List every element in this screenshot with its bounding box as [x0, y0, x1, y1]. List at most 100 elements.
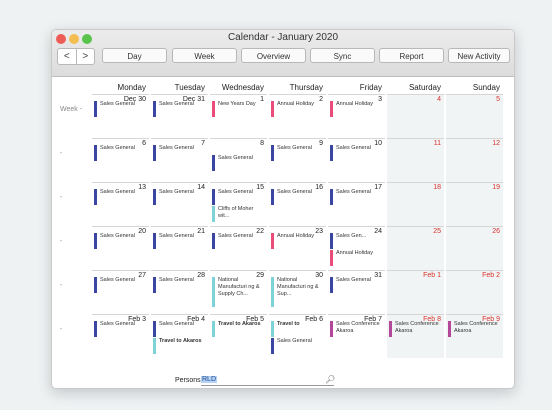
event-title: Sales Conference Akaroa — [395, 321, 439, 334]
forward-arrow-icon[interactable]: > — [77, 49, 95, 64]
day-cell[interactable]: Feb 2 — [446, 270, 503, 314]
day-cell[interactable]: 3 Annual Holiday — [328, 94, 385, 138]
day-cell[interactable]: 11 — [387, 138, 444, 182]
calendar-event[interactable]: Travel to — [271, 321, 323, 337]
calendar-event[interactable]: Sales General — [271, 338, 323, 354]
calendar-event[interactable]: Annual Holiday — [271, 233, 323, 249]
day-cell[interactable]: 26 — [446, 226, 503, 270]
week-label[interactable]: - — [60, 150, 62, 157]
calendar-event[interactable]: Sales General — [271, 189, 323, 205]
day-cell[interactable]: 22 Sales General — [210, 226, 267, 270]
day-cell[interactable]: 4 — [387, 94, 444, 138]
day-cell[interactable]: 6 Sales General — [92, 138, 149, 182]
day-cell[interactable]: Feb 8 Sales Conference Akaroa — [387, 314, 444, 358]
calendar-event[interactable]: Sales General — [94, 277, 146, 293]
day-cell[interactable]: 7 Sales General — [151, 138, 208, 182]
calendar-event[interactable]: Sales General — [94, 321, 146, 337]
calendar-event[interactable]: Sales General — [153, 321, 205, 337]
day-cell[interactable]: Feb 4 Sales General Travel to Akaros — [151, 314, 208, 358]
day-cell[interactable]: 13 Sales General — [92, 182, 149, 226]
day-cell[interactable]: 25 — [387, 226, 444, 270]
day-cell[interactable]: 16 Sales General — [269, 182, 326, 226]
calendar-event[interactable]: National Manufacturi ng & Sup... — [271, 277, 323, 307]
event-title: Sales Conference Akaroa — [336, 321, 380, 334]
calendar-event[interactable]: Sales General — [153, 145, 205, 161]
report-button[interactable]: Report — [379, 48, 444, 63]
calendar-event[interactable]: Sales General — [94, 101, 146, 117]
calendar-event[interactable]: Sales General — [330, 189, 382, 205]
day-cell[interactable]: 30 National Manufacturi ng & Sup... — [269, 270, 326, 314]
day-cell[interactable]: 2 Annual Holiday — [269, 94, 326, 138]
sync-button[interactable]: Sync — [310, 48, 375, 63]
event-title: Travel to Akaros — [159, 338, 202, 344]
calendar-event[interactable]: Sales General — [330, 277, 382, 293]
day-cell[interactable]: Dec 30 Sales General — [92, 94, 149, 138]
week-button[interactable]: Week — [172, 48, 237, 63]
calendar-event[interactable]: Sales General — [94, 233, 146, 249]
calendar-event[interactable]: Sales General — [330, 145, 382, 161]
day-cell[interactable]: 9 Sales General — [269, 138, 326, 182]
calendar-event[interactable]: Sales General — [271, 145, 323, 161]
day-cell[interactable]: 20 Sales General — [92, 226, 149, 270]
calendar-event[interactable]: Annual Holiday — [271, 101, 323, 117]
persons-field[interactable]: RLD — [201, 375, 334, 386]
week-label[interactable]: - — [60, 326, 62, 333]
day-cell[interactable]: 5 — [446, 94, 503, 138]
day-cell[interactable]: 31 Sales General — [328, 270, 385, 314]
calendar-event[interactable]: Sales General — [212, 189, 264, 205]
calendar-event[interactable]: Cliffs of Moher wit... — [212, 206, 264, 222]
calendar-event[interactable]: National Manufacturi ng & Supply Ch... — [212, 277, 264, 307]
calendar-event[interactable]: Sales General — [153, 233, 205, 249]
day-cell[interactable]: Feb 5 Travel to Akaros — [210, 314, 267, 358]
day-cell[interactable]: 15 Sales General Cliffs of Moher wit... — [210, 182, 267, 226]
calendar-event[interactable]: Sales General — [153, 277, 205, 293]
day-cell[interactable]: Feb 3 Sales General — [92, 314, 149, 358]
day-cell[interactable]: Feb 1 — [387, 270, 444, 314]
calendar-event[interactable]: Sales Conference Akaroa — [389, 321, 441, 337]
calendar-event[interactable]: Annual Holiday — [330, 250, 382, 266]
calendar-event[interactable]: Sales General — [153, 189, 205, 205]
calendar-event[interactable]: Sales General — [94, 145, 146, 161]
calendar-event[interactable]: Sales General — [212, 233, 264, 249]
calendar-event[interactable]: Annual Holiday — [330, 101, 382, 117]
week-label[interactable]: - — [60, 194, 62, 201]
overview-button[interactable]: Overview — [241, 48, 306, 63]
calendar-event[interactable]: Sales General — [153, 101, 205, 117]
day-cell[interactable]: 23 Annual Holiday — [269, 226, 326, 270]
week-label[interactable]: Week - — [60, 106, 82, 113]
calendar-event[interactable]: Travel to Akaros — [153, 338, 205, 354]
day-cell[interactable]: Feb 7 Sales Conference Akaroa — [328, 314, 385, 358]
day-cell[interactable]: 14 Sales General — [151, 182, 208, 226]
persons-label: Persons — [175, 377, 201, 384]
day-cell[interactable]: 27 Sales General — [92, 270, 149, 314]
calendar-event[interactable]: Sales Gen... — [330, 233, 382, 249]
day-cell[interactable]: 10 Sales General — [328, 138, 385, 182]
magnifier-icon[interactable]: 🔎︎ — [325, 375, 335, 384]
day-cell[interactable]: 12 — [446, 138, 503, 182]
calendar-event[interactable]: Sales Conference Akaroa — [448, 321, 500, 337]
day-cell[interactable]: Feb 6 Travel to Sales General — [269, 314, 326, 358]
day-cell[interactable]: 19 — [446, 182, 503, 226]
day-cell[interactable]: 1 New Years Day — [210, 94, 267, 138]
persons-value: RLD — [201, 376, 218, 383]
calendar-event[interactable]: New Years Day — [212, 101, 264, 117]
day-cell[interactable]: Feb 9 Sales Conference Akaroa — [446, 314, 503, 358]
calendar-event[interactable]: Sales General — [94, 189, 146, 205]
day-cell[interactable]: 24 Sales Gen... Annual Holiday — [328, 226, 385, 270]
day-cell[interactable]: 18 — [387, 182, 444, 226]
week-label[interactable]: - — [60, 282, 62, 289]
day-button[interactable]: Day — [102, 48, 167, 63]
week-label[interactable]: - — [60, 238, 62, 245]
day-cell[interactable]: 29 National Manufacturi ng & Supply Ch... — [210, 270, 267, 314]
back-arrow-icon[interactable]: < — [58, 49, 77, 64]
new-activity-button[interactable]: New Activity — [448, 48, 510, 63]
calendar-event[interactable]: Sales Conference Akaroa — [330, 321, 382, 337]
day-cell[interactable]: 8 Sales General — [210, 138, 267, 182]
day-cell[interactable]: 28 Sales General — [151, 270, 208, 314]
event-color-bar — [212, 101, 215, 117]
calendar-event[interactable]: Sales General — [212, 155, 264, 171]
day-cell[interactable]: 17 Sales General — [328, 182, 385, 226]
day-cell[interactable]: 21 Sales General — [151, 226, 208, 270]
day-cell[interactable]: Dec 31 Sales General — [151, 94, 208, 138]
calendar-event[interactable]: Travel to Akaros — [212, 321, 264, 337]
